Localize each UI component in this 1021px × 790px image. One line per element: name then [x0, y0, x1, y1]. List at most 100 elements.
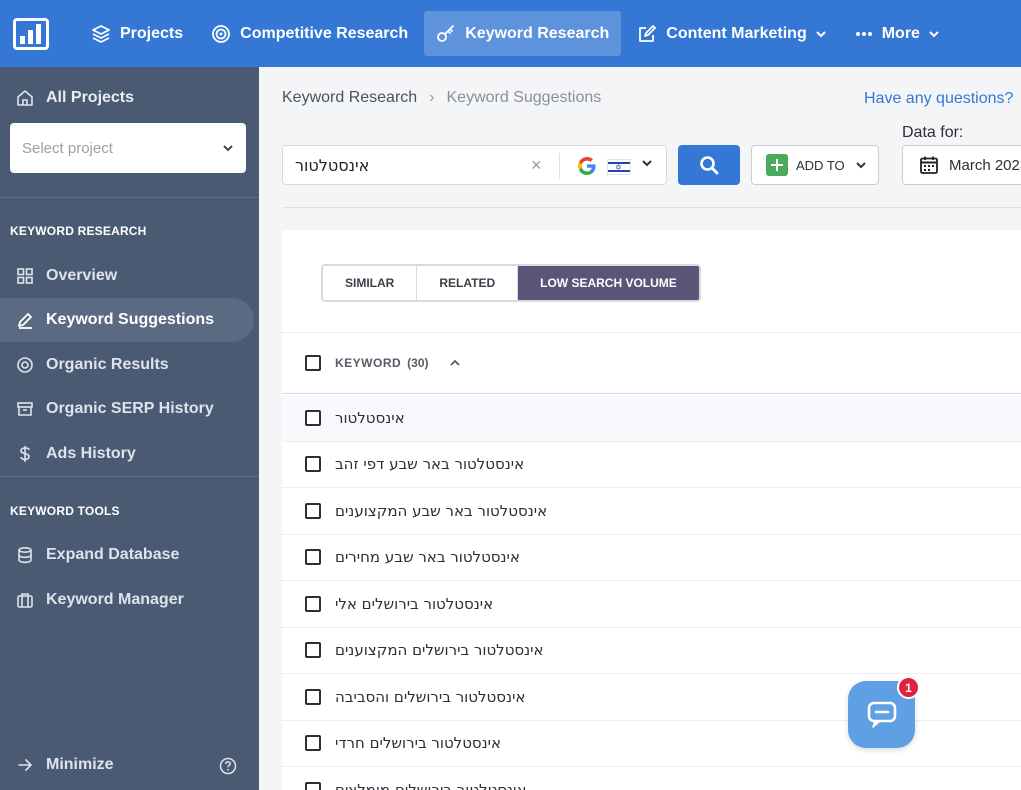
layers-icon	[92, 24, 110, 43]
grid-icon	[17, 268, 33, 284]
keyword-text[interactable]: אינסטלטור	[335, 409, 405, 427]
row-checkbox[interactable]	[305, 688, 321, 705]
sidebar-item-overview[interactable]: Overview	[0, 254, 254, 298]
tab-low-search-volume[interactable]: LOW SEARCH VOLUME	[518, 266, 699, 300]
app-logo-icon[interactable]	[13, 17, 49, 50]
sidebar-item-keyword-suggestions[interactable]: Keyword Suggestions	[0, 298, 254, 342]
dots-icon	[855, 31, 872, 36]
row-checkbox[interactable]	[305, 642, 321, 659]
target-icon	[17, 357, 33, 373]
search-icon	[700, 156, 719, 175]
add-plus-icon	[766, 154, 788, 176]
chat-icon	[867, 701, 896, 728]
keyword-text[interactable]: אינסטלטור בירושלים מומלצים	[335, 781, 526, 790]
nav-content-marketing-label: Content Marketing	[666, 24, 807, 42]
tab-similar[interactable]: SIMILAR	[323, 266, 418, 300]
keyword-text[interactable]: אינסטלטור בירושלים אלי	[335, 595, 493, 613]
nav-more[interactable]: More	[843, 11, 952, 56]
add-to-button[interactable]: ADD TO	[751, 145, 879, 185]
table-row[interactable]: אינסטלטור	[282, 395, 1021, 442]
dollar-icon	[20, 446, 30, 462]
keyword-text[interactable]: אינסטלטור באר שבע מחירים	[335, 548, 520, 566]
nav-competitive-research-label: Competitive Research	[240, 24, 409, 42]
sidebar-all-projects[interactable]: All Projects	[16, 89, 134, 107]
row-checkbox[interactable]	[305, 502, 321, 519]
project-select[interactable]: Select project	[10, 123, 246, 173]
target-icon	[212, 24, 231, 43]
briefcase-icon	[17, 593, 33, 608]
nav-competitive-research[interactable]: Competitive Research	[199, 11, 420, 56]
arrow-right-icon	[18, 759, 32, 771]
sidebar-item-label: Overview	[46, 267, 118, 284]
database-icon	[18, 546, 32, 564]
chevron-down-icon[interactable]	[641, 157, 653, 169]
keyword-type-tabs: SIMILAR RELATED LOW SEARCH VOLUME	[321, 264, 701, 302]
sidebar-item-organic-serp-history[interactable]: Organic SERP History	[0, 387, 254, 431]
chevron-down-icon	[223, 145, 233, 152]
breadcrumb-current: Keyword Suggestions	[446, 89, 602, 106]
edit-icon	[639, 24, 657, 42]
sidebar-item-label: Keyword Suggestions	[46, 311, 215, 328]
table-row[interactable]: אינסטלטור בירושלים המקצוענים	[282, 628, 1021, 674]
sidebar-item-keyword-manager[interactable]: Keyword Manager	[0, 578, 254, 622]
sidebar-item-ads-history[interactable]: Ads History	[0, 432, 254, 476]
keyword-search-input[interactable]	[295, 146, 535, 184]
table-row[interactable]: אינסטלטור בירושלים מומלצים	[282, 767, 1021, 790]
nav-keyword-research[interactable]: Keyword Research	[424, 11, 622, 56]
keyword-table-header: KEYWORD (30)	[282, 332, 1021, 394]
google-icon[interactable]	[577, 156, 597, 176]
row-checkbox[interactable]	[305, 735, 321, 752]
breadcrumb: Keyword Research › Keyword Suggestions	[282, 89, 601, 107]
tab-related[interactable]: RELATED	[417, 266, 519, 300]
chevron-up-icon[interactable]	[449, 357, 461, 369]
sidebar-item-label: Keyword Manager	[46, 591, 184, 608]
table-row[interactable]: אינסטלטור באר שבע מחירים	[282, 535, 1021, 581]
nav-projects[interactable]: Projects	[79, 11, 195, 56]
sidebar: All Projects Select project KEYWORD RESE…	[0, 67, 259, 790]
table-row[interactable]: אינסטלטור בירושלים אלי	[282, 581, 1021, 628]
row-checkbox[interactable]	[305, 549, 321, 566]
help-icon[interactable]	[219, 757, 237, 775]
sidebar-minimize-button[interactable]: Minimize	[16, 756, 114, 774]
keyword-text[interactable]: אינסטלטור בירושלים חרדי	[335, 734, 501, 752]
help-questions-link[interactable]: Have any questions?	[864, 90, 1013, 108]
sidebar-item-label: Organic Results	[46, 356, 169, 373]
sidebar-item-label: Organic SERP History	[46, 400, 214, 417]
content-divider	[282, 207, 1021, 208]
keyword-text[interactable]: אינסטלטור בירושלים והסביבה	[335, 688, 525, 706]
nav-content-marketing[interactable]: Content Marketing	[625, 11, 838, 56]
keyword-column-header[interactable]: KEYWORD	[335, 356, 401, 370]
sidebar-item-label: Ads History	[46, 445, 136, 462]
calendar-icon	[920, 156, 938, 174]
breadcrumb-parent[interactable]: Keyword Research	[282, 89, 417, 107]
keyword-text[interactable]: אינסטלטור באר שבע דפי זהב	[335, 455, 524, 473]
chevron-down-icon	[816, 30, 826, 37]
sidebar-divider	[0, 197, 259, 198]
row-checkbox[interactable]	[305, 409, 321, 426]
clear-search-button[interactable]: ×	[531, 155, 542, 176]
keyword-search-box: × ✡	[282, 145, 667, 185]
select-all-checkbox[interactable]	[305, 355, 321, 371]
chat-notification-badge: 1	[897, 676, 920, 699]
breadcrumb-separator: ›	[429, 89, 435, 106]
row-checkbox[interactable]	[305, 595, 321, 612]
data-for-label: Data for:	[902, 124, 964, 141]
row-checkbox[interactable]	[305, 781, 321, 790]
chevron-down-icon	[855, 162, 866, 169]
sidebar-item-expand-database[interactable]: Expand Database	[0, 533, 254, 577]
sidebar-divider	[0, 476, 259, 477]
row-checkbox[interactable]	[305, 456, 321, 473]
israel-flag-icon[interactable]: ✡	[607, 159, 631, 175]
sidebar-item-organic-results[interactable]: Organic Results	[0, 343, 254, 387]
sidebar-section-keyword-research: KEYWORD RESEARCH	[10, 224, 147, 238]
home-icon	[17, 90, 33, 106]
search-button[interactable]	[678, 145, 740, 185]
table-row[interactable]: אינסטלטור באר שבע המקצוענים	[282, 488, 1021, 535]
nav-keyword-research-label: Keyword Research	[465, 24, 610, 42]
keyword-text[interactable]: אינסטלטור בירושלים המקצוענים	[335, 641, 544, 659]
date-picker-button[interactable]: March 2023	[902, 145, 1021, 185]
table-row[interactable]: אינסטלטור באר שבע דפי זהב	[282, 442, 1021, 488]
top-navigation-bar: Projects Competitive Research Keyword Re…	[0, 0, 1021, 67]
keyword-count: (30)	[407, 356, 429, 370]
keyword-text[interactable]: אינסטלטור באר שבע המקצוענים	[335, 502, 547, 520]
